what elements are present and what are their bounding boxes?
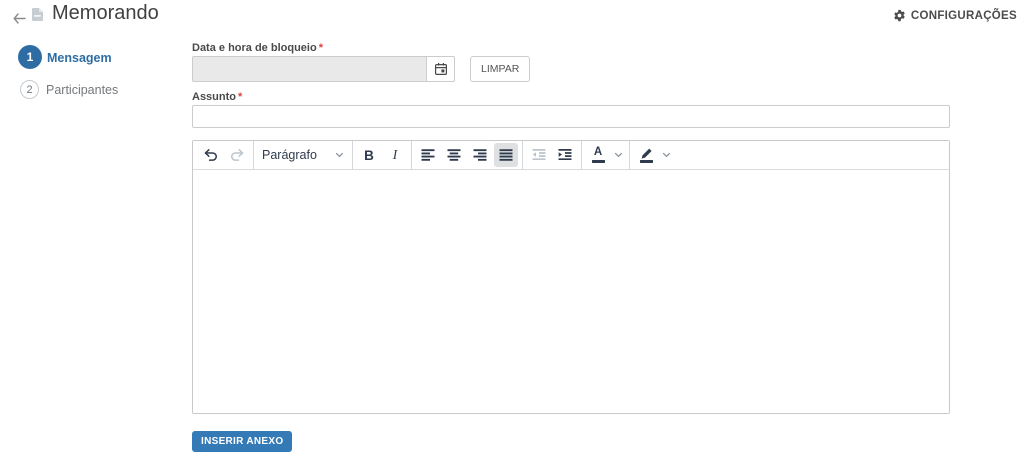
redo-icon [231,149,244,161]
justify-button[interactable] [494,143,518,167]
align-center-button[interactable] [442,143,466,167]
memorando-page: Memorando CONFIGURAÇÕES 1 Mensagem 2 Par… [0,0,1024,460]
align-left-button[interactable] [416,143,440,167]
alignment-group [412,141,523,169]
text-color-button[interactable]: A [586,143,610,167]
text-color-group: A [582,141,630,169]
align-right-icon [473,149,487,161]
block-date-row: LIMPAR [192,56,531,82]
clear-date-button[interactable]: LIMPAR [470,56,531,82]
required-asterisk: * [318,42,323,54]
chevron-down-icon [614,152,623,158]
undo-button[interactable] [199,143,223,167]
undo-icon [204,149,217,161]
redo-button[interactable] [225,143,249,167]
text-color-icon: A [593,146,603,159]
gear-icon [894,9,905,22]
page-title: Memorando [52,2,159,24]
justify-icon [499,149,513,161]
text-color-dropdown[interactable] [611,143,626,167]
arrow-left-icon [13,12,26,24]
rich-text-editor: Parágrafo B I A [192,140,950,414]
align-left-icon [421,149,435,161]
indent-button[interactable] [553,143,577,167]
text-color-bar [591,160,605,163]
outdent-button[interactable] [527,143,551,167]
step-2-circle: 2 [20,80,39,99]
bold-button[interactable]: B [357,143,381,167]
outdent-icon [532,149,546,161]
align-right-button[interactable] [468,143,492,167]
step-2-label: Participantes [46,83,119,97]
required-asterisk: * [238,91,243,103]
indent-icon [558,149,572,161]
highlighter-icon [641,148,652,159]
calendar-icon [434,63,447,76]
block-date-input[interactable] [192,56,427,82]
subject-label: Assunto * [192,91,243,103]
settings-button[interactable]: CONFIGURAÇÕES [893,9,1017,22]
chevron-down-icon [335,152,344,158]
chevron-down-icon [662,152,671,158]
step-1-circle: 1 [18,45,42,69]
settings-label: CONFIGURAÇÕES [910,9,1017,22]
history-group [195,141,254,169]
highlight-color-group [630,141,677,169]
insert-attachment-button[interactable]: INSERIR ANEXO [192,431,293,452]
indent-group [523,141,582,169]
block-format-group: Parágrafo [254,141,353,169]
subject-input[interactable] [192,105,950,128]
calendar-button[interactable] [426,56,455,82]
highlight-color-button[interactable] [634,143,658,167]
font-style-group: B I [353,141,412,169]
highlight-color-bar [639,160,653,163]
italic-button[interactable]: I [383,143,407,167]
highlight-color-dropdown[interactable] [659,143,674,167]
paragraph-format-value: Parágrafo [262,148,317,162]
paragraph-format-select[interactable]: Parágrafo [257,143,349,167]
step-1-label: Mensagem [47,51,112,65]
block-date-label: Data e hora de bloqueio * [192,42,323,54]
align-center-icon [447,149,461,161]
back-button[interactable] [10,10,28,26]
document-icon [31,7,44,22]
editor-toolbar: Parágrafo B I A [193,141,949,170]
editor-content[interactable] [193,170,949,413]
